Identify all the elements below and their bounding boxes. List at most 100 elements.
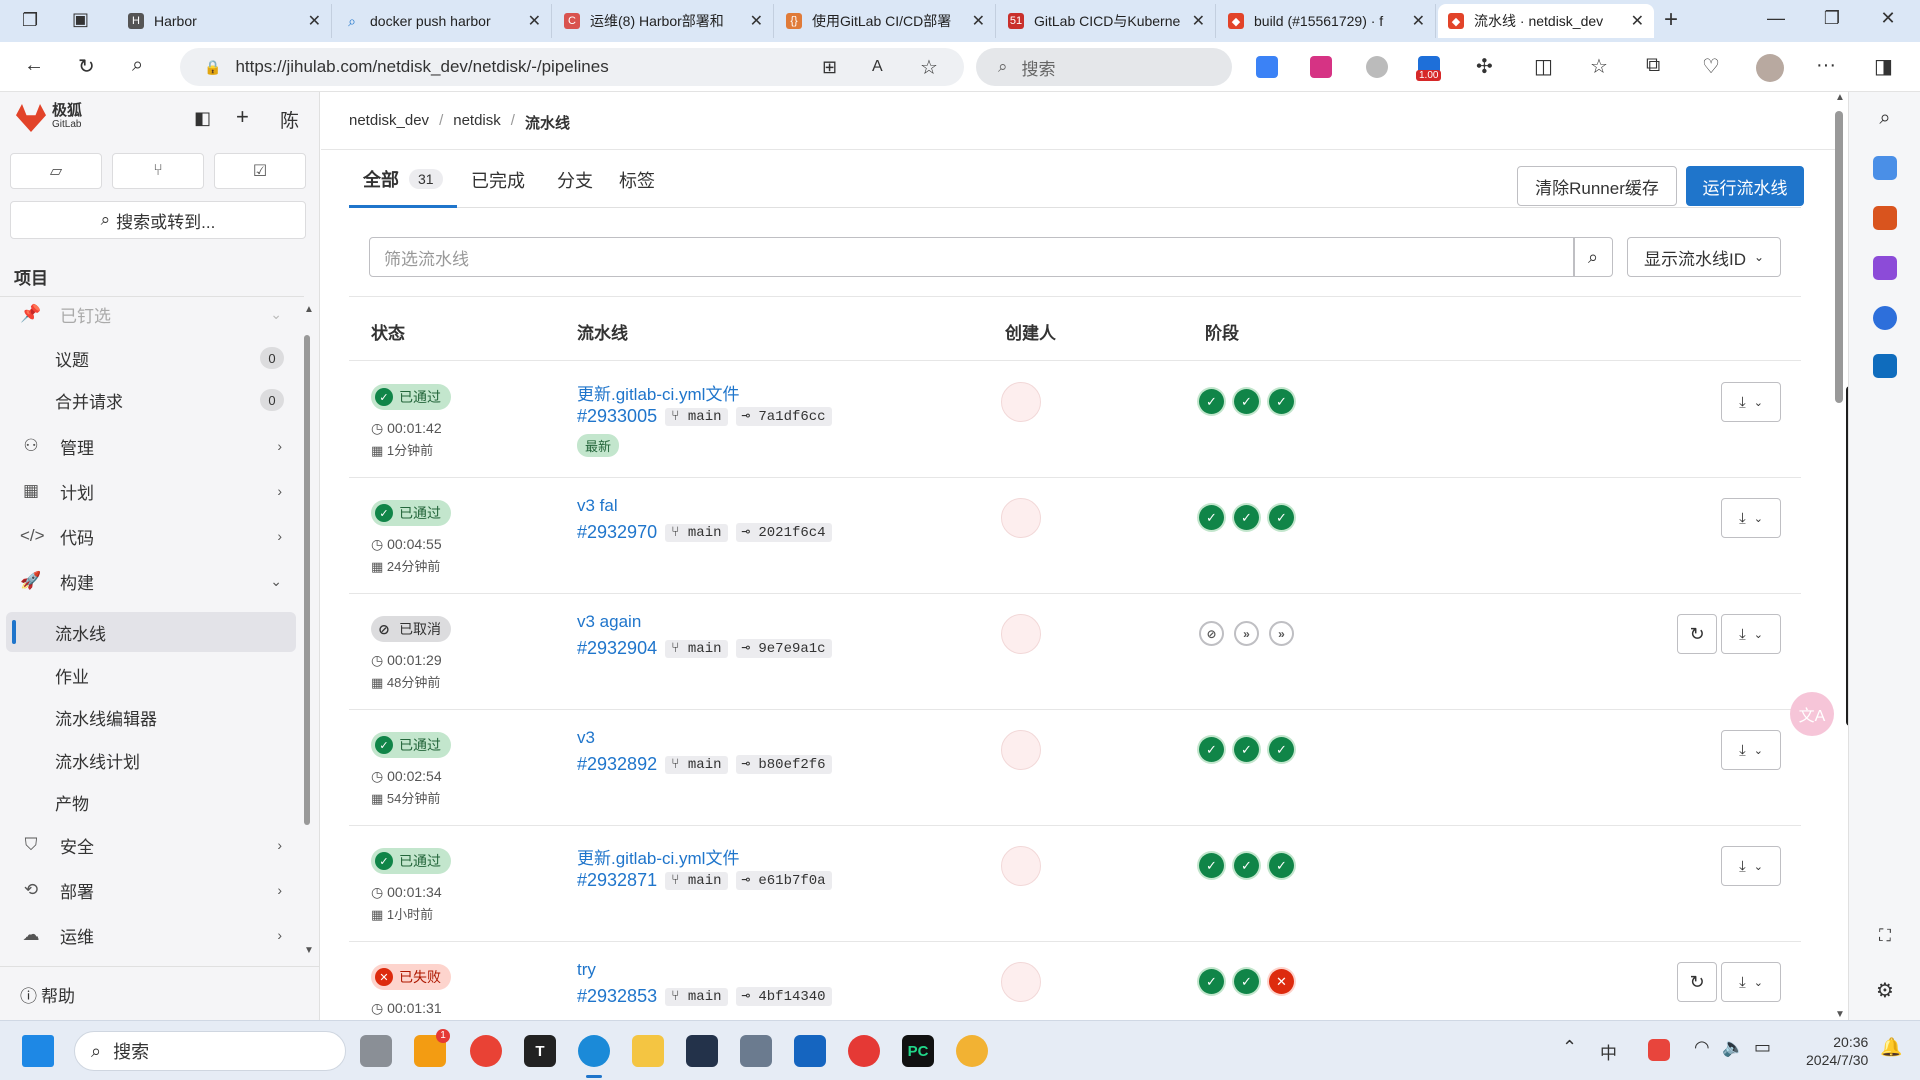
pinned-section[interactable]: 📌 已钉选 ⌄ <box>6 294 296 334</box>
more-menu-icon[interactable]: ··· <box>1816 54 1836 77</box>
tab-branches[interactable]: 分支 <box>557 152 593 208</box>
branch-ref[interactable]: ⑂ main <box>665 639 728 658</box>
close-icon[interactable]: ✕ <box>1192 11 1205 31</box>
read-aloud-icon[interactable]: A <box>872 58 883 76</box>
help-button[interactable]: ⓘ 帮助 <box>20 982 75 1007</box>
branch-ref[interactable]: ⑂ main <box>665 871 728 890</box>
stage-passed-icon[interactable]: ✓ <box>1269 737 1294 762</box>
browser-tab[interactable]: H Harbor ✕ <box>118 4 332 38</box>
clear-runner-cache-button[interactable]: 清除Runner缓存 <box>1517 166 1677 206</box>
remote-desktop-icon[interactable] <box>740 1035 772 1067</box>
stage-passed-icon[interactable]: ✓ <box>1269 389 1294 414</box>
sidebar-item-issues[interactable]: 议题 0 <box>6 338 296 378</box>
chrome-icon[interactable] <box>470 1035 502 1067</box>
stage-passed-icon[interactable]: ✓ <box>1234 969 1259 994</box>
scrollbar-thumb[interactable] <box>1835 111 1843 403</box>
sidebar-item-code[interactable]: </> 代码 › <box>6 516 296 556</box>
pipeline-title-link[interactable]: v3 <box>577 728 595 748</box>
stage-passed-icon[interactable]: ✓ <box>1199 737 1224 762</box>
creator-avatar[interactable] <box>1001 846 1041 886</box>
outlook-icon[interactable] <box>1873 354 1897 378</box>
stage-passed-icon[interactable]: ✓ <box>1199 505 1224 530</box>
screenshot-icon[interactable]: ⛶ <box>1873 924 1897 948</box>
maximize-button[interactable]: ❐ <box>1812 8 1852 29</box>
sidebar-toggle-icon[interactable]: ◨ <box>1874 54 1893 79</box>
creator-avatar[interactable] <box>1001 962 1041 1002</box>
tab-tags[interactable]: 标签 <box>619 152 655 208</box>
stage-passed-icon[interactable]: ✓ <box>1199 969 1224 994</box>
pipeline-title-link[interactable]: v3 fal <box>577 496 618 516</box>
minimize-button[interactable]: — <box>1756 8 1796 29</box>
sidebar-item-pipeline-schedules[interactable]: 流水线计划 <box>6 740 296 780</box>
split-screen-icon[interactable]: ◫ <box>1534 54 1553 79</box>
download-artifacts-button[interactable]: ⤓ ⌄ <box>1721 730 1781 770</box>
translate-extension-icon[interactable] <box>1310 56 1332 78</box>
browser-tab[interactable]: {} 使用GitLab CI/CD部署 ✕ <box>776 4 996 38</box>
browser-tab[interactable]: 51 GitLab CICD与Kuberne ✕ <box>998 4 1216 38</box>
stage-passed-icon[interactable]: ✓ <box>1199 389 1224 414</box>
retry-button[interactable]: ↻ <box>1677 962 1717 1002</box>
typora-icon[interactable]: T <box>524 1035 556 1067</box>
page-scrollbar[interactable]: ▲ ▼ <box>1835 92 1845 1020</box>
translate-float-button[interactable]: 文A <box>1790 692 1834 736</box>
todo-shortcut-button[interactable]: ☑ <box>214 153 306 189</box>
sogou-ime-icon[interactable] <box>1648 1039 1670 1061</box>
browser-tab[interactable]: ⌕ docker push harbor ✕ <box>334 4 552 38</box>
breadcrumb-item[interactable]: netdisk <box>453 112 501 133</box>
battery-icon[interactable]: ▭ <box>1754 1037 1771 1058</box>
favorites-icon[interactable]: ☆ <box>1590 54 1608 79</box>
pipeline-id-link[interactable]: #2932853 <box>577 986 657 1007</box>
record-extension-icon[interactable] <box>1366 56 1388 78</box>
download-artifacts-button[interactable]: ⤓ ⌄ <box>1721 614 1781 654</box>
commit-sha[interactable]: ⊸ 7a1df6cc <box>735 407 832 426</box>
search-goto-button[interactable]: ⌕ 搜索或转到... <box>10 201 306 239</box>
browser-search-field[interactable]: ⌕ 搜索 <box>976 48 1232 86</box>
url-field[interactable]: 🔒 https://jihulab.com/netdisk_dev/netdis… <box>180 48 964 86</box>
pycharm-icon[interactable]: PC <box>902 1035 934 1067</box>
branch-ref[interactable]: ⑂ main <box>665 523 728 542</box>
stage-passed-icon[interactable]: ✓ <box>1269 505 1294 530</box>
retry-button[interactable]: ↻ <box>1677 614 1717 654</box>
stage-passed-icon[interactable]: ✓ <box>1234 505 1259 530</box>
notification-bell-icon[interactable]: 🔔 <box>1880 1037 1902 1058</box>
search-icon[interactable]: ⌕ <box>132 54 143 77</box>
task-view-icon[interactable] <box>360 1035 392 1067</box>
file-explorer-icon[interactable] <box>632 1035 664 1067</box>
favorite-star-icon[interactable]: ☆ <box>920 55 938 80</box>
ime-indicator[interactable]: 中 <box>1600 1039 1617 1064</box>
wifi-icon[interactable]: ◠ <box>1694 1037 1710 1058</box>
show-pipeline-id-dropdown[interactable]: 显示流水线ID ⌄ <box>1627 237 1781 277</box>
refresh-icon[interactable]: ↻ <box>78 54 95 79</box>
sidebar-item-operate[interactable]: ☁ 运维 › <box>6 915 296 955</box>
close-icon[interactable]: ✕ <box>308 11 321 31</box>
issues-shortcut-button[interactable]: ▱ <box>10 153 102 189</box>
pipeline-title-link[interactable]: v3 again <box>577 612 641 632</box>
sidebar-item-jobs[interactable]: 作业 <box>6 655 296 695</box>
branch-ref[interactable]: ⑂ main <box>665 755 728 774</box>
run-pipeline-button[interactable]: 运行流水线 <box>1686 166 1804 206</box>
filter-search-button[interactable]: ⌕ <box>1573 237 1613 277</box>
sidebar-item-build[interactable]: 🚀 构建 ⌄ <box>6 561 296 601</box>
settings-gear-icon[interactable]: ⚙ <box>1873 978 1897 1002</box>
close-icon[interactable]: ✕ <box>528 11 541 31</box>
pipeline-title-link[interactable]: 更新.gitlab-ci.yml文件 <box>577 844 739 869</box>
pipeline-title-link[interactable]: try <box>577 960 596 980</box>
stage-skipped-icon[interactable]: » <box>1234 621 1259 646</box>
creator-avatar[interactable] <box>1001 730 1041 770</box>
status-badge[interactable]: ✕ 已失败 <box>371 964 451 990</box>
stage-passed-icon[interactable]: ✓ <box>1234 737 1259 762</box>
browser-tab-active[interactable]: ◆ 流水线 · netdisk_dev ✕ <box>1438 4 1654 38</box>
sidebar-item-deploy[interactable]: ⟲ 部署 › <box>6 870 296 910</box>
sidebar-item-merge-requests[interactable]: 合并请求 0 <box>6 380 296 420</box>
close-icon[interactable]: ✕ <box>972 11 985 31</box>
tab-actions-icon[interactable]: ▣ <box>72 9 89 30</box>
copilot-icon[interactable] <box>1873 306 1897 330</box>
scrollbar-thumb[interactable] <box>304 335 310 825</box>
sidebar-item-pipeline-editor[interactable]: 流水线编辑器 <box>6 697 296 737</box>
filter-pipelines-input[interactable]: 筛选流水线 <box>369 237 1575 277</box>
status-badge[interactable]: ✓ 已通过 <box>371 732 451 758</box>
stage-skipped-icon[interactable]: » <box>1269 621 1294 646</box>
taskbar-search-field[interactable]: ⌕ 搜索 <box>74 1031 346 1071</box>
merge-requests-shortcut-button[interactable]: ⑂ <box>112 153 204 189</box>
netease-music-icon[interactable] <box>848 1035 880 1067</box>
